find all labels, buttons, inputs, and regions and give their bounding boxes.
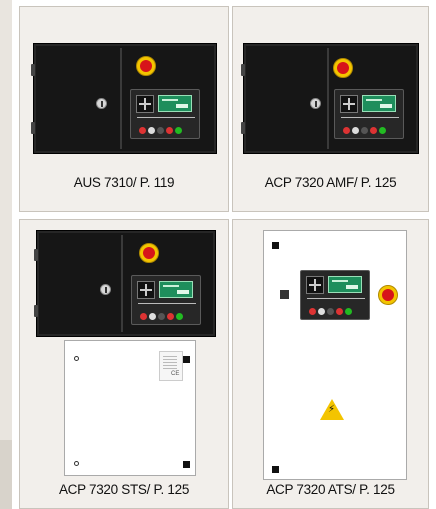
hinge [31, 122, 35, 134]
product-card-acp-7320-ats[interactable]: ACP 7320 ATS/ P. 125 [232, 219, 429, 509]
navigation-pad-icon [136, 95, 154, 113]
control-buttons [140, 313, 183, 321]
hinge [34, 305, 38, 317]
controller-module [130, 89, 200, 139]
lock-icon [183, 356, 190, 363]
product-card-aus-7310[interactable]: AUS 7310/ P. 119 [19, 6, 229, 212]
product-card-acp-7320-amf[interactable]: ACP 7320 AMF/ P. 125 [232, 6, 429, 212]
ce-mark: CE [171, 371, 180, 377]
product-caption: ACP 7320 AMF/ P. 125 [264, 175, 397, 190]
lcd-display [362, 95, 396, 112]
hinge [31, 64, 35, 76]
door-handle-icon [310, 98, 321, 109]
side-strip [0, 0, 12, 509]
navigation-pad-icon [137, 281, 155, 299]
cabinet-image [34, 230, 216, 337]
emergency-stop-icon [139, 243, 159, 263]
mimic-line [307, 298, 365, 303]
door-handle-icon [100, 284, 111, 295]
lock-icon [272, 466, 279, 473]
mimic-line [341, 117, 399, 122]
door-divider [327, 48, 329, 149]
control-buttons [139, 127, 182, 135]
mimic-line [137, 117, 195, 122]
side-accent [0, 440, 12, 509]
rating-label: CE [159, 351, 183, 381]
controller-module [300, 270, 370, 320]
cabinet-image [31, 43, 217, 154]
cabinet-image [241, 43, 419, 154]
door-handle-icon [96, 98, 107, 109]
screw-icon [74, 356, 79, 361]
switch-icon [280, 290, 289, 299]
door-divider [121, 235, 123, 332]
lock-icon [183, 461, 190, 468]
ats-cabinet-image [263, 230, 407, 480]
product-caption: ACP 7320 STS/ P. 125 [58, 482, 190, 497]
lcd-display [328, 276, 362, 293]
mimic-line [138, 303, 196, 308]
transfer-switch-panel: CE [64, 340, 196, 476]
product-card-acp-7320-sts[interactable]: CE ACP 7320 STS/ P. 125 [19, 219, 229, 509]
navigation-pad-icon [306, 276, 324, 294]
screw-icon [74, 461, 79, 466]
lcd-display [159, 281, 193, 298]
product-caption: AUS 7310/ P. 119 [73, 175, 175, 190]
high-voltage-warning-icon [320, 399, 344, 420]
emergency-stop-icon [333, 58, 353, 78]
emergency-stop-icon [136, 56, 156, 76]
hinge [241, 122, 245, 134]
control-buttons [343, 127, 386, 135]
door-divider [120, 48, 122, 149]
hinge [34, 249, 38, 261]
control-buttons [309, 308, 352, 316]
emergency-stop-icon [378, 285, 398, 305]
hinge [241, 64, 245, 76]
lcd-display [158, 95, 192, 112]
controller-module [334, 89, 404, 139]
lock-icon [272, 242, 279, 249]
product-caption: ACP 7320 ATS/ P. 125 [266, 482, 395, 497]
controller-module [131, 275, 201, 325]
navigation-pad-icon [340, 95, 358, 113]
